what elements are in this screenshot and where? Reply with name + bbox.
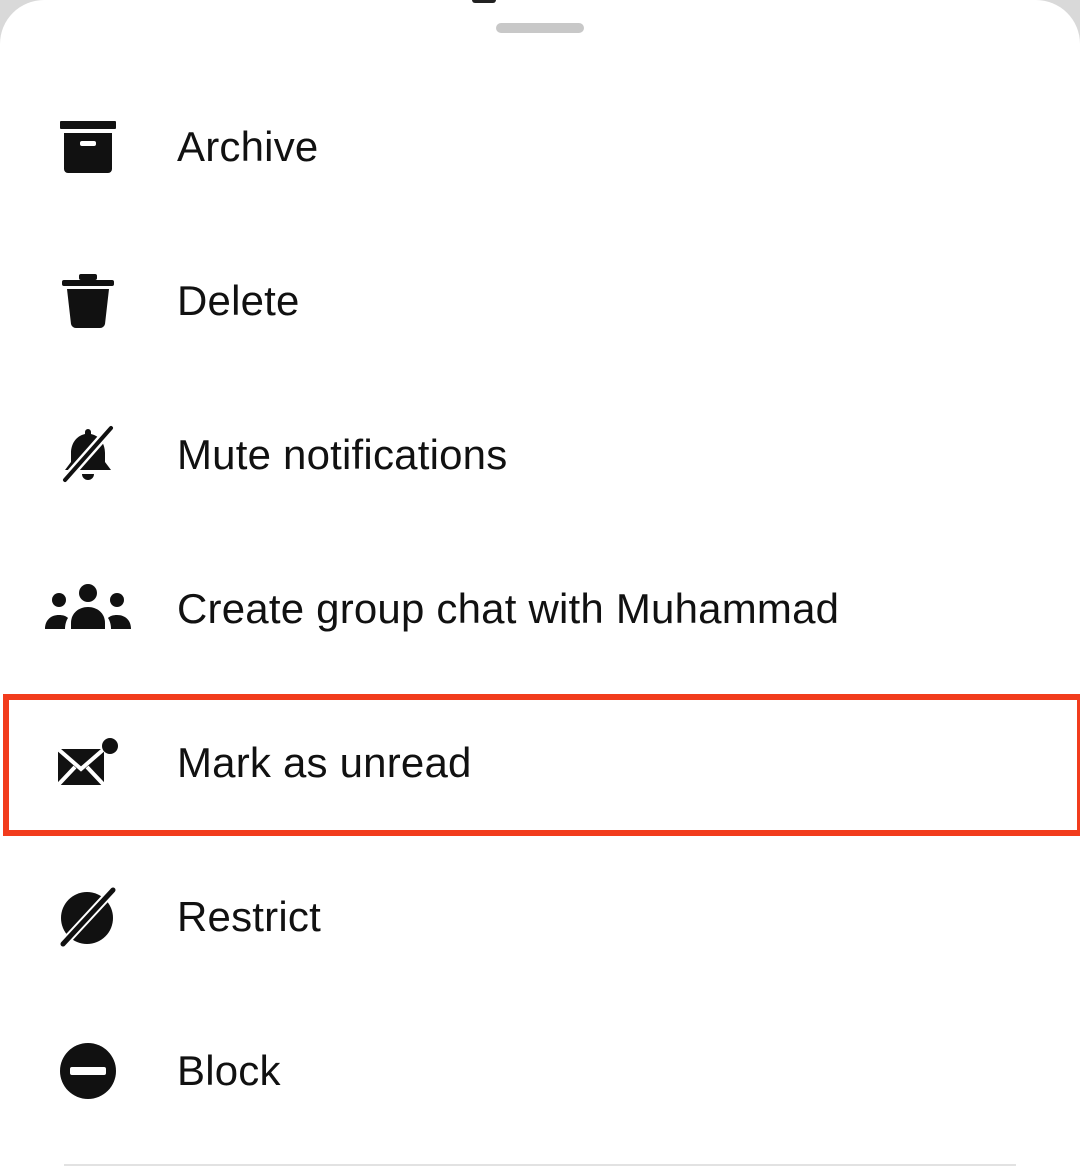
archive-icon: [40, 99, 136, 195]
block-icon: [40, 1023, 136, 1119]
bell-off-icon: [40, 407, 136, 503]
menu-item-mute-notifications[interactable]: Mute notifications: [0, 378, 1080, 532]
action-menu: Archive Delete Mute notifications Create…: [0, 70, 1080, 1148]
menu-item-label: Mute notifications: [177, 431, 508, 478]
menu-item-delete[interactable]: Delete: [0, 224, 1080, 378]
menu-item-label: Delete: [177, 277, 300, 324]
sheet-drag-handle[interactable]: [496, 23, 584, 33]
action-bottom-sheet: Archive Delete Mute notifications Create…: [0, 0, 1080, 1170]
menu-item-block[interactable]: Block: [0, 994, 1080, 1148]
bottom-divider: [64, 1164, 1016, 1166]
restrict-icon: [40, 869, 136, 965]
group-icon: [40, 561, 136, 657]
menu-item-label: Restrict: [177, 893, 321, 940]
menu-item-archive[interactable]: Archive: [0, 70, 1080, 224]
menu-item-restrict[interactable]: Restrict: [0, 840, 1080, 994]
menu-item-label: Block: [177, 1047, 281, 1094]
menu-item-mark-as-unread[interactable]: Mark as unread: [0, 686, 1080, 840]
trash-icon: [40, 253, 136, 349]
menu-item-label: Create group chat with Muhammad: [177, 585, 840, 632]
menu-item-create-group-chat[interactable]: Create group chat with Muhammad: [0, 532, 1080, 686]
menu-item-label: Archive: [177, 123, 319, 170]
status-notch: [472, 0, 496, 3]
menu-item-label: Mark as unread: [177, 739, 472, 786]
mail-unread-icon: [40, 715, 136, 811]
